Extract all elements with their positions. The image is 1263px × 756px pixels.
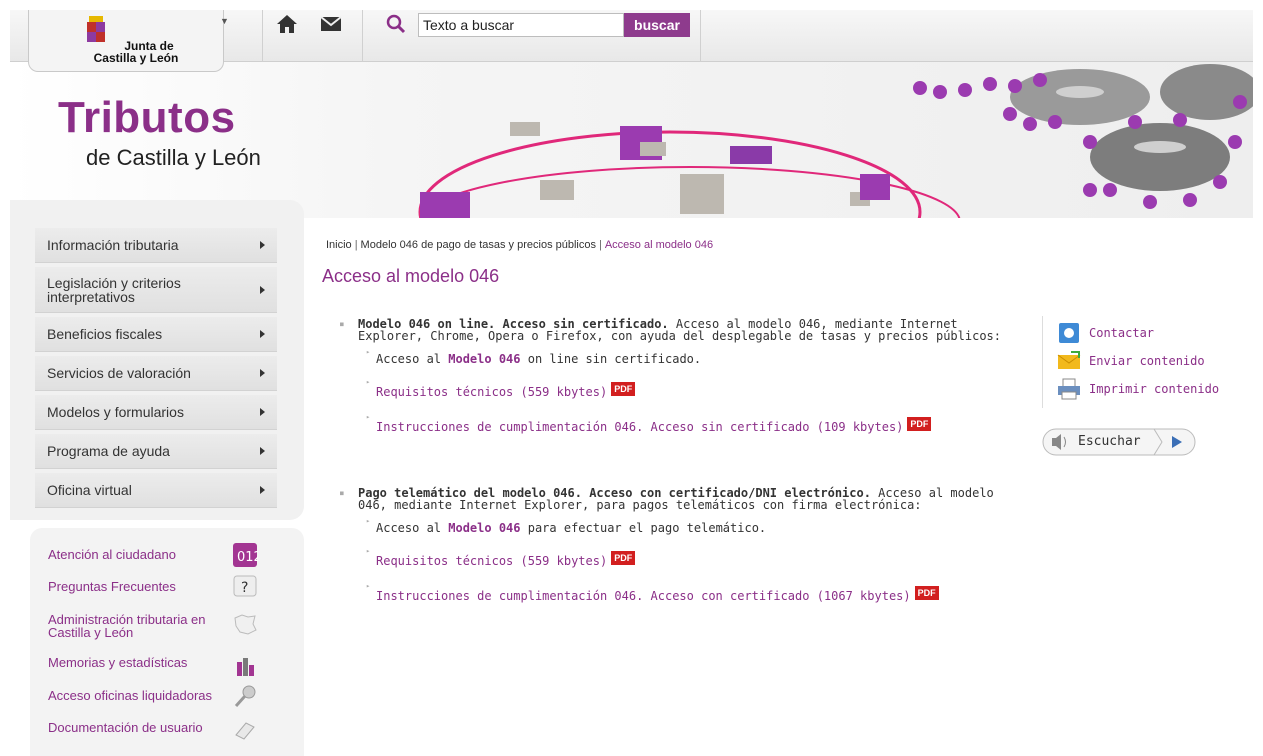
link-atencion-ciudadano[interactable]: Atención al ciudadano xyxy=(48,548,176,561)
sidebar-item-legislacion[interactable]: Legislación y criterios interpretativos xyxy=(35,267,277,313)
tools-panel: Contactar Enviar contenido Imprimir cont… xyxy=(1042,316,1242,408)
listen-label: Escuchar xyxy=(1078,434,1141,449)
chevron-right-icon xyxy=(260,369,265,377)
breadcrumb-separator: | xyxy=(598,239,602,251)
pdf-icon[interactable]: PDF xyxy=(611,382,636,396)
list-item: Requisitos técnicos (559 kbytes) PDF xyxy=(330,378,1010,399)
chevron-right-icon xyxy=(260,330,265,338)
chevron-right-icon xyxy=(260,241,265,249)
breadcrumb: Inicio | Modelo 046 de pago de tasas y pre… xyxy=(326,239,713,251)
mail-icon[interactable] xyxy=(320,16,342,32)
list-item: Acceso al Modelo 046 on line sin certifi… xyxy=(330,348,1010,366)
sidebar-item-label: Servicios de valoración xyxy=(47,365,191,381)
bar-chart-icon xyxy=(237,658,254,676)
sidebar-item-servicios-valoracion[interactable]: Servicios de valoración xyxy=(35,356,277,391)
dropdown-arrow-icon[interactable]: ▼ xyxy=(220,16,229,26)
search-icon xyxy=(386,14,406,34)
svg-text:?: ? xyxy=(241,580,248,596)
access-suffix: on line sin certificado. xyxy=(520,352,702,366)
link-preguntas-frecuentes[interactable]: Preguntas Frecuentes xyxy=(48,580,176,593)
section-heading: Modelo 046 on line. Acceso sin certifica… xyxy=(330,318,1010,342)
logo-line2: Castilla y León xyxy=(93,51,179,65)
search-button[interactable]: buscar xyxy=(624,13,690,37)
link-memorias-estadisticas[interactable]: Memorias y estadísticas xyxy=(48,656,187,669)
logo-text: Junta de Castilla y León xyxy=(71,40,201,64)
sidebar-item-label: Modelos y formularios xyxy=(47,404,184,420)
breadcrumb-separator: | xyxy=(354,239,358,251)
svg-text:012: 012 xyxy=(237,550,258,565)
divider xyxy=(700,10,701,62)
link-documentacion-usuario[interactable]: Documentación de usuario xyxy=(48,721,203,734)
requisitos-tecnicos-link[interactable]: Requisitos técnicos (559 kbytes) xyxy=(376,385,607,399)
region-map-icon xyxy=(234,614,257,635)
modelo-046-online-link[interactable]: Modelo 046 xyxy=(448,352,520,366)
sidebar-item-label: Programa de ayuda xyxy=(47,443,170,459)
question-icon: ? xyxy=(233,575,257,597)
requisitos-tecnicos-link[interactable]: Requisitos técnicos (559 kbytes) xyxy=(376,554,607,568)
print-button[interactable]: Imprimir contenido xyxy=(1057,378,1219,400)
sidebar-item-label: Información tributaria xyxy=(47,237,179,253)
contact-label: Contactar xyxy=(1089,326,1155,340)
sidebar-item-label: Beneficios fiscales xyxy=(47,326,163,342)
instrucciones-sin-certificado-link[interactable]: Instrucciones de cumplimentación 046. Ac… xyxy=(376,420,903,434)
print-label: Imprimir contenido xyxy=(1089,382,1220,396)
sidebar-item-beneficios-fiscales[interactable]: Beneficios fiscales xyxy=(35,317,277,352)
sidebar-item-label: Oficina virtual xyxy=(47,482,132,498)
chevron-right-icon xyxy=(260,408,265,416)
page-title: Acceso al modelo 046 xyxy=(322,266,500,286)
contact-icon xyxy=(1059,323,1079,343)
search-input[interactable] xyxy=(418,13,624,37)
section-heading: Pago telemático del modelo 046. Acceso c… xyxy=(330,487,1010,511)
list-item: Acceso al Modelo 046 para efectuar el pa… xyxy=(330,517,1010,535)
access-suffix: para efectuar el pago telemático. xyxy=(520,521,767,535)
divider xyxy=(262,10,263,62)
list-item: Instrucciones de cumplimentación 046. Ac… xyxy=(330,582,1010,603)
send-content-button[interactable]: Enviar contenido xyxy=(1057,350,1205,372)
breadcrumb-parent[interactable]: Modelo 046 de pago de tasas y precios pú… xyxy=(361,239,596,251)
access-prefix: Acceso al xyxy=(376,352,449,366)
home-icon[interactable] xyxy=(276,14,298,34)
sidebar-item-informacion-tributaria[interactable]: Información tributaria xyxy=(35,228,277,263)
link-acceso-oficinas[interactable]: Acceso oficinas liquidadoras xyxy=(48,689,212,702)
chevron-right-icon xyxy=(260,486,265,494)
breadcrumb-current: Acceso al modelo 046 xyxy=(604,239,714,251)
envelope-icon xyxy=(1057,351,1081,369)
instrucciones-con-certificado-link[interactable]: Instrucciones de cumplimentación 046. Ac… xyxy=(376,589,911,603)
sidebar-item-label: Legislación y criterios interpretativos xyxy=(47,274,181,305)
section-online: Modelo 046 on line. Acceso sin certifica… xyxy=(330,318,1010,434)
access-prefix: Acceso al xyxy=(376,521,449,535)
banner-gears-image xyxy=(418,64,1253,218)
citizen-service-icon: 012 xyxy=(233,543,258,567)
sidebar-nav: Información tributaria Legislación y cri… xyxy=(35,228,277,512)
banner: Tributos de Castilla y León xyxy=(10,62,1253,218)
key-icon xyxy=(234,685,256,708)
site-subtitle: de Castilla y León xyxy=(86,145,261,170)
logo[interactable]: Junta de Castilla y León xyxy=(28,10,224,72)
chevron-right-icon xyxy=(260,285,265,294)
section-telematico: Pago telemático del modelo 046. Acceso c… xyxy=(330,487,1010,603)
breadcrumb-home[interactable]: Inicio xyxy=(326,239,352,251)
list-item: Instrucciones de cumplimentación 046. Ac… xyxy=(330,413,1010,434)
sidebar-item-modelos-formularios[interactable]: Modelos y formularios xyxy=(35,395,277,430)
site-title[interactable]: Tributos xyxy=(58,96,236,140)
link-administracion-tributaria[interactable]: Administración tributaria en Castilla y … xyxy=(48,613,228,639)
send-content-label: Enviar contenido xyxy=(1089,354,1205,368)
divider xyxy=(362,10,363,62)
modelo-046-telematico-link[interactable]: Modelo 046 xyxy=(448,521,520,535)
list-item: Requisitos técnicos (559 kbytes) PDF xyxy=(330,547,1010,568)
book-icon xyxy=(235,722,255,740)
sidebar-item-oficina-virtual[interactable]: Oficina virtual xyxy=(35,473,277,508)
chevron-right-icon xyxy=(260,447,265,455)
pdf-icon[interactable]: PDF xyxy=(611,551,636,565)
printer-icon xyxy=(1058,378,1080,400)
pdf-icon[interactable]: PDF xyxy=(914,586,939,600)
pdf-icon[interactable]: PDF xyxy=(907,417,932,431)
contact-button[interactable]: Contactar xyxy=(1057,322,1154,344)
sidebar-item-programa-ayuda[interactable]: Programa de ayuda xyxy=(35,434,277,469)
